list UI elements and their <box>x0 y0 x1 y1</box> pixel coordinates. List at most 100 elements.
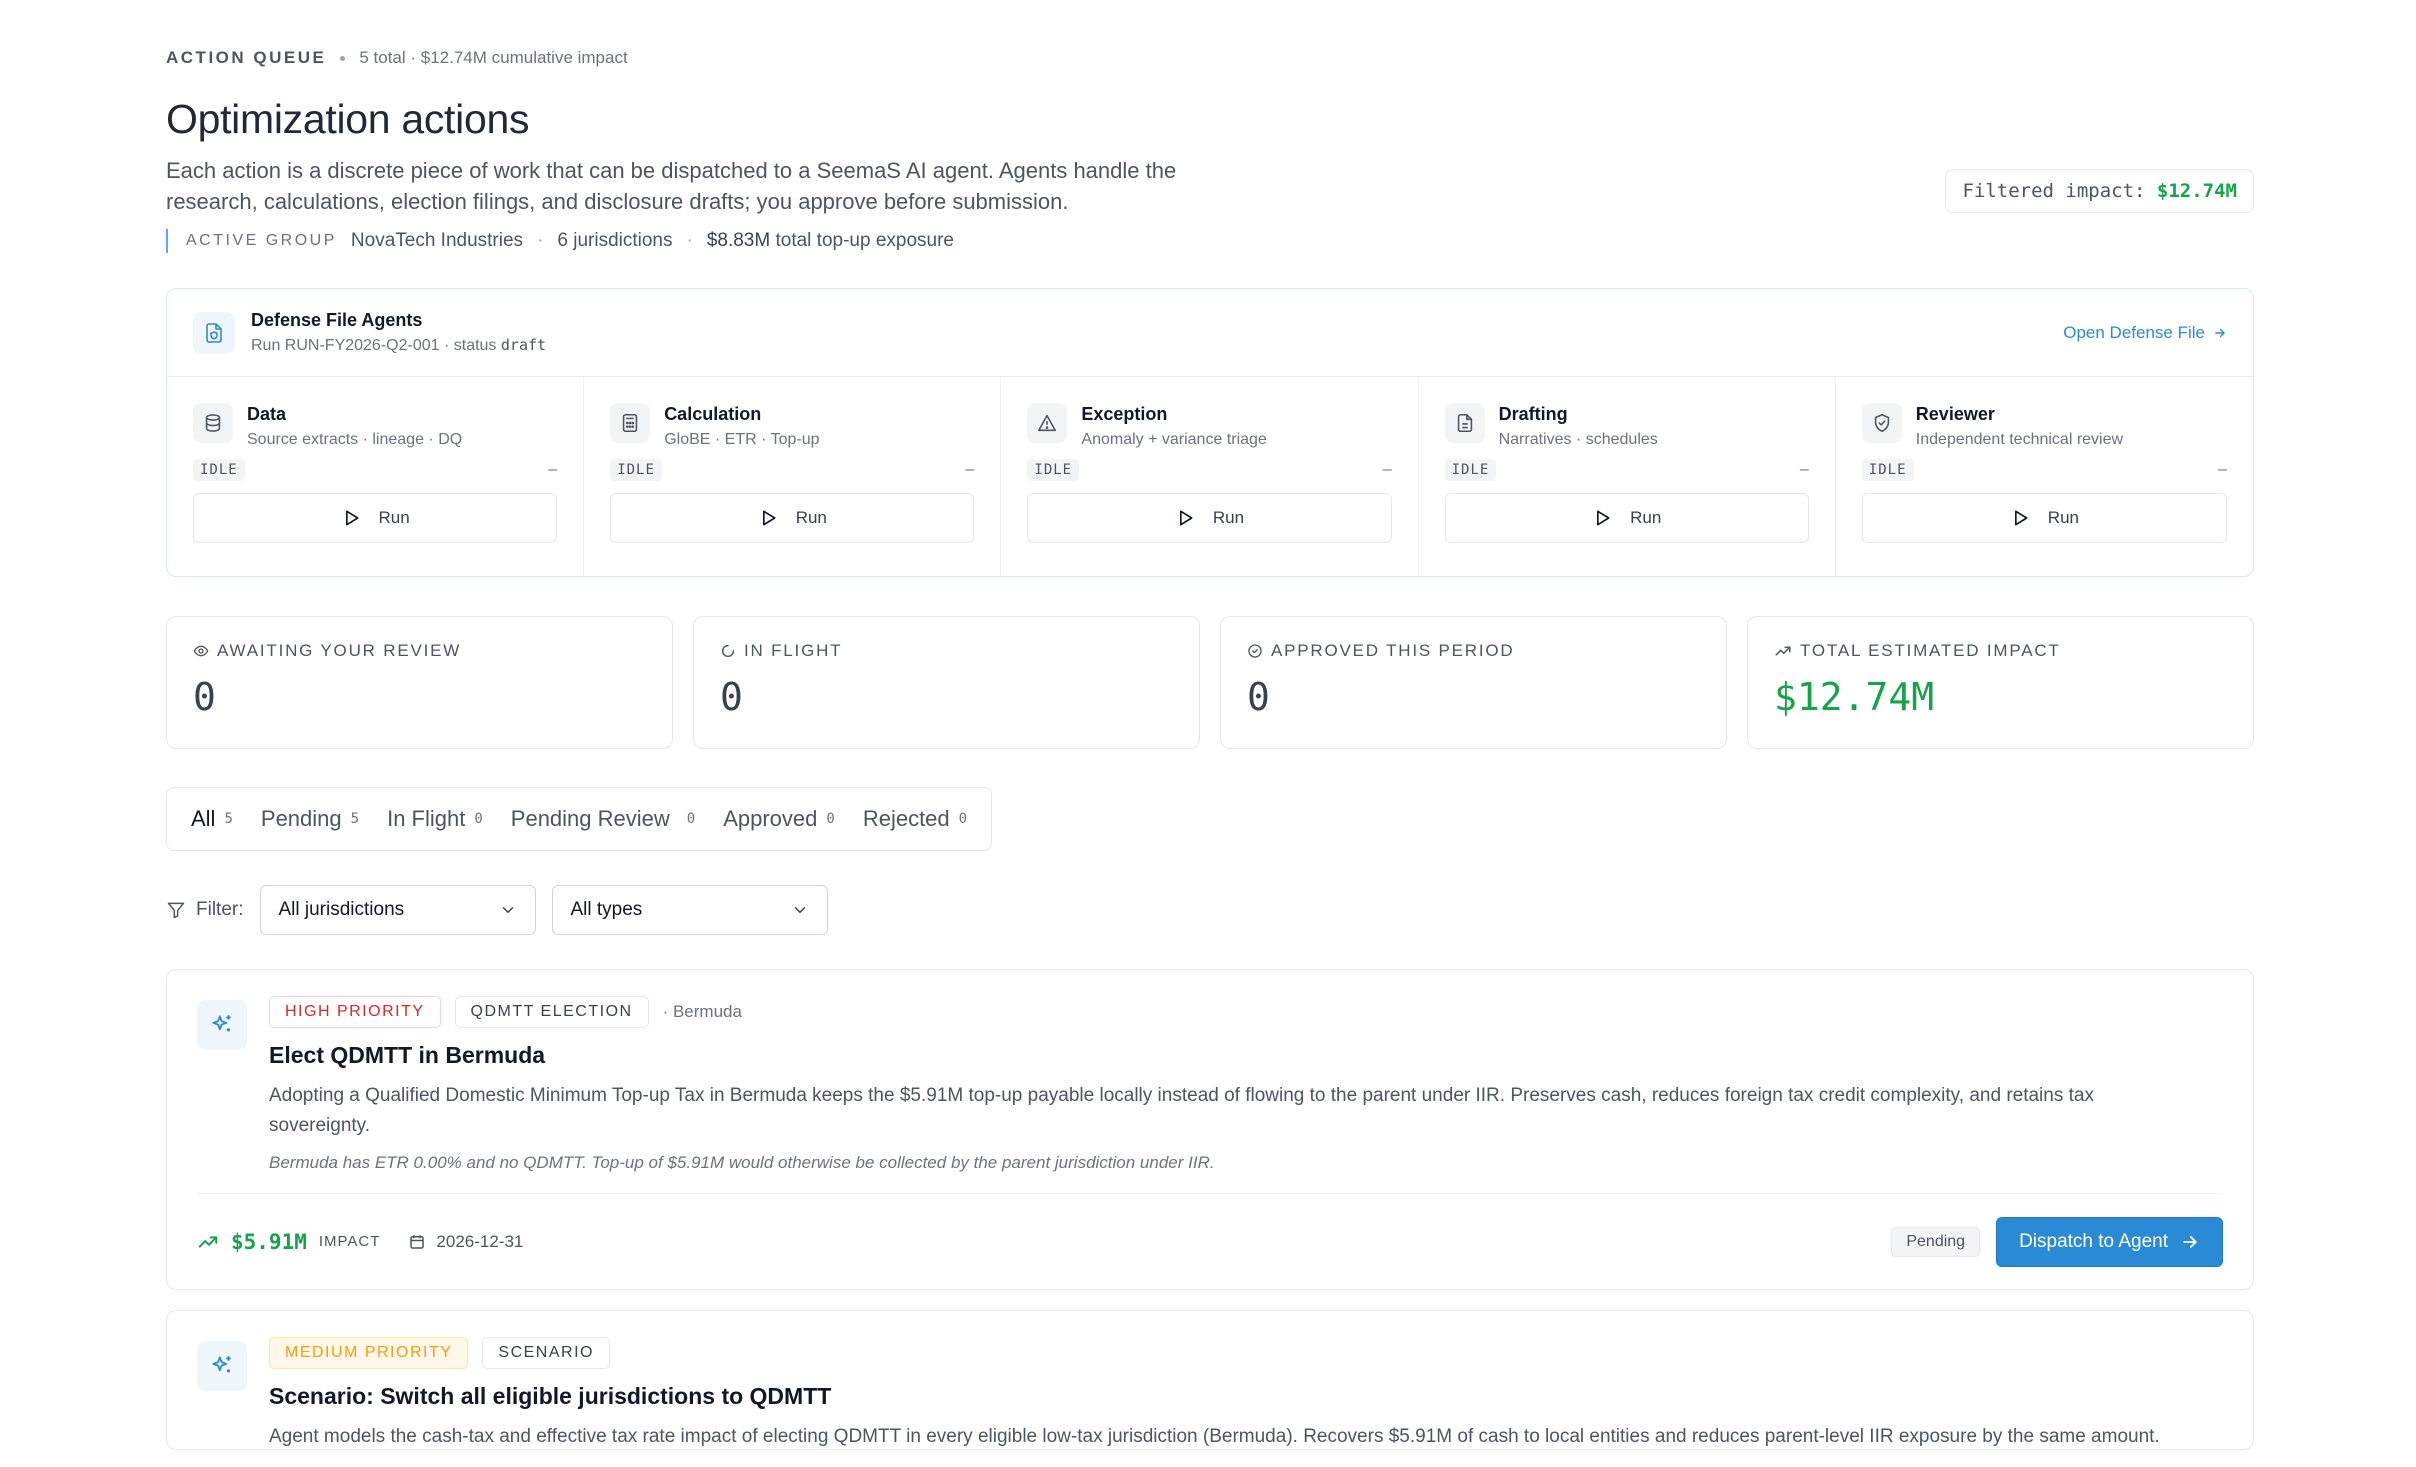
tab-pending[interactable]: Pending 5 <box>249 795 371 843</box>
stats-row: AWAITING YOUR REVIEW 0 IN FLIGHT 0 APPRO… <box>166 616 2254 749</box>
agent-last-run: – <box>965 461 975 478</box>
action-footer: $5.91M IMPACT 2026-12-31 Pending Dispatc… <box>197 1193 2223 1289</box>
chevron-down-icon <box>794 907 805 913</box>
agent-description: Narratives · schedules <box>1498 431 1658 448</box>
run-label: Run <box>1212 508 1245 527</box>
stat-label: AWAITING YOUR REVIEW <box>217 641 462 660</box>
status-badge: Pending <box>1891 1226 1981 1257</box>
tab-count: 0 <box>826 811 835 827</box>
active-group-label: ACTIVE GROUP <box>186 232 337 249</box>
action-description: Agent models the cash-tax and effective … <box>269 1426 2160 1447</box>
run-label: Run <box>1630 508 1662 527</box>
tab-in-flight[interactable]: In Flight 0 <box>375 795 495 843</box>
stat-value: $12.74M <box>1774 675 1935 719</box>
run-reviewer-agent-button[interactable]: Run <box>1861 493 2227 543</box>
tab-count: 5 <box>224 811 233 827</box>
agent-status-badge: IDLE <box>1861 459 1914 481</box>
agent-status-badge: IDLE <box>1444 459 1497 481</box>
defense-file-run-info: Run RUN-FY2026-Q2-001 · status draft <box>251 336 546 355</box>
tab-label: Rejected <box>862 806 950 831</box>
play-icon <box>1597 510 1610 526</box>
agent-name: Data <box>247 404 287 424</box>
action-type-badge: QDMTT ELECTION <box>454 996 649 1028</box>
agent-calculation: Calculation GloBE · ETR · Top-up IDLE – … <box>584 377 1002 576</box>
stat-awaiting-review: AWAITING YOUR REVIEW 0 <box>166 616 673 749</box>
tab-pending-review[interactable]: Pending Review 0 <box>499 795 707 843</box>
tab-approved[interactable]: Approved 0 <box>711 795 847 843</box>
action-type-badge: SCENARIO <box>482 1337 610 1369</box>
type-select-value: All types <box>570 899 643 920</box>
action-card: HIGH PRIORITY QDMTT ELECTION · Bermuda E… <box>166 969 2254 1290</box>
filtered-impact-box: Filtered impact: $12.74M <box>1945 169 2254 213</box>
action-description: Adopting a Qualified Domestic Minimum To… <box>269 1085 2094 1136</box>
tab-count: 5 <box>350 811 360 827</box>
play-icon <box>345 510 358 526</box>
priority-badge: HIGH PRIORITY <box>269 996 441 1028</box>
dispatch-to-agent-button[interactable]: Dispatch to Agent <box>1996 1216 2223 1267</box>
agent-last-run: – <box>548 461 558 478</box>
agent-description: GloBE · ETR · Top-up <box>664 431 820 448</box>
play-icon <box>1179 510 1193 526</box>
type-select[interactable]: All types <box>551 885 828 935</box>
run-label: Run <box>795 508 827 527</box>
arrow-right-icon <box>2215 328 2225 337</box>
tab-count: 0 <box>686 811 696 827</box>
separator-dot: · <box>686 230 693 251</box>
active-group-name: NovaTech Industries <box>350 230 524 251</box>
agent-name: Calculation <box>664 404 762 424</box>
agent-data: Data Source extracts · lineage · DQ IDLE… <box>167 377 585 576</box>
loader-icon <box>721 644 735 658</box>
filtered-impact-label: Filtered impact: <box>1962 180 2146 202</box>
database-icon <box>193 403 233 443</box>
defense-file-header: Defense File Agents Run RUN-FY2026-Q2-00… <box>167 289 2253 377</box>
tab-label: In Flight <box>387 806 466 831</box>
run-exception-agent-button[interactable]: Run <box>1027 493 1392 543</box>
agent-last-run: – <box>2218 461 2227 478</box>
run-calculation-agent-button[interactable]: Run <box>610 493 975 543</box>
jurisdiction-select-value: All jurisdictions <box>278 899 405 920</box>
stat-total-estimated-impact: TOTAL ESTIMATED IMPACT $12.74M <box>1747 616 2254 749</box>
action-title: Elect QDMTT in Bermuda <box>269 1042 546 1068</box>
tab-all[interactable]: All 5 <box>179 795 245 843</box>
document-icon <box>1444 403 1485 443</box>
active-group-exposure: $8.83M total top-up exposure <box>707 230 954 252</box>
exposure-value: $8.83M <box>706 230 771 251</box>
check-circle-icon <box>1248 644 1262 658</box>
play-icon <box>2014 510 2028 526</box>
stat-label: IN FLIGHT <box>744 641 843 660</box>
tab-label: Approved <box>723 806 818 831</box>
action-queue-page: ACTION QUEUE 5 total · $12.74M cumulativ… <box>166 44 2254 1450</box>
run-data-agent-button[interactable]: Run <box>193 493 558 543</box>
impact-value: $5.91M <box>231 1229 307 1254</box>
warning-triangle-icon <box>1027 403 1068 443</box>
filter-bar: Filter: All jurisdictions All types <box>166 885 2254 935</box>
eyebrow: ACTION QUEUE 5 total · $12.74M cumulativ… <box>166 44 2254 72</box>
tab-count: 0 <box>958 811 968 827</box>
calendar-icon <box>410 1234 425 1249</box>
open-defense-file-link[interactable]: Open Defense File <box>2063 323 2227 343</box>
stat-value: 0 <box>193 675 216 719</box>
filter-icon <box>167 902 185 919</box>
agent-last-run: – <box>1799 461 1809 478</box>
active-group: ACTIVE GROUP NovaTech Industries · 6 jur… <box>166 229 2254 253</box>
file-shield-icon <box>193 311 235 354</box>
tab-rejected[interactable]: Rejected 0 <box>851 795 979 843</box>
run-status: draft <box>500 336 547 354</box>
run-drafting-agent-button[interactable]: Run <box>1444 493 1809 543</box>
open-defense-file-label: Open Defense File <box>2063 322 2205 342</box>
impact-label: IMPACT <box>318 1233 381 1250</box>
agent-last-run: – <box>1382 461 1392 478</box>
exposure-label: total top-up exposure <box>775 230 954 251</box>
tab-label: All <box>191 806 216 831</box>
agent-status-badge: IDLE <box>193 459 245 481</box>
action-card: MEDIUM PRIORITY SCENARIO Scenario: Switc… <box>166 1310 2254 1450</box>
agent-exception: Exception Anomaly + variance triage IDLE… <box>1001 377 1419 576</box>
sparkles-icon <box>197 1000 247 1050</box>
agent-status-badge: IDLE <box>610 459 662 481</box>
trending-up-icon <box>198 1235 218 1248</box>
run-id: Run RUN-FY2026-Q2-001 · status <box>251 337 497 354</box>
jurisdiction-select[interactable]: All jurisdictions <box>259 885 536 935</box>
eyebrow-meta: 5 total · $12.74M cumulative impact <box>359 48 628 67</box>
stat-label: TOTAL ESTIMATED IMPACT <box>1800 641 2061 660</box>
defense-file-agents-panel: Defense File Agents Run RUN-FY2026-Q2-00… <box>166 288 2254 577</box>
